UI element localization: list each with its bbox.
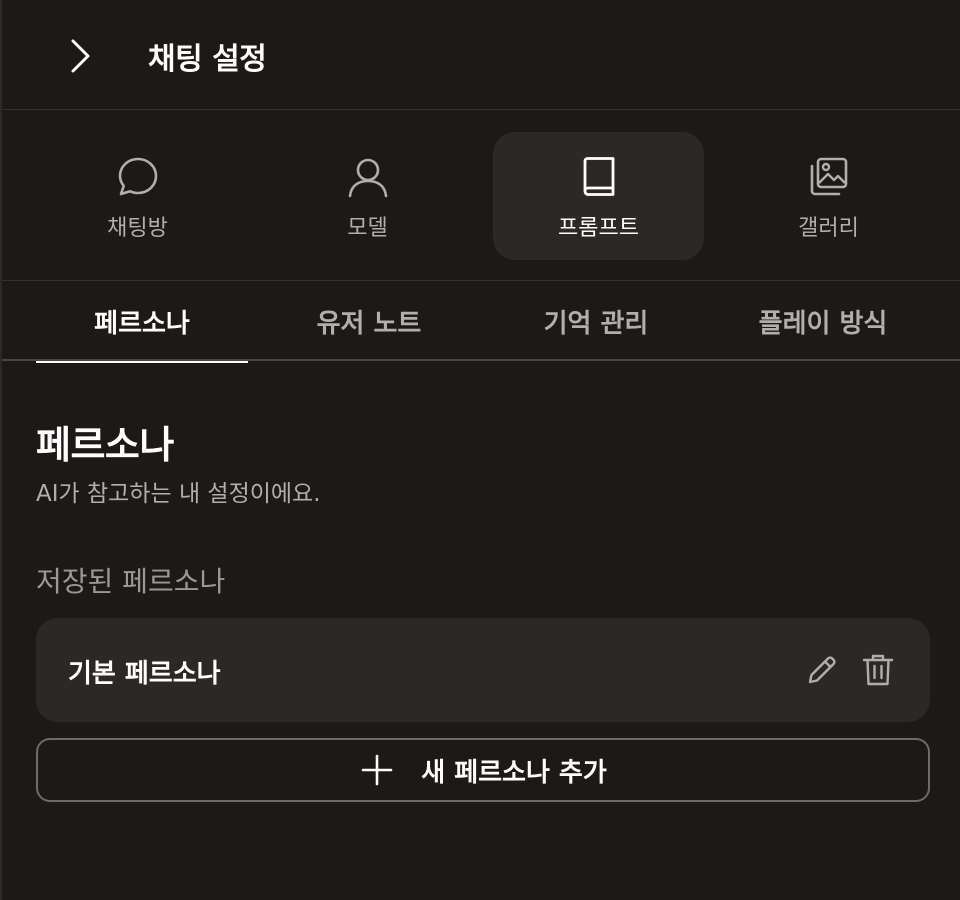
edit-persona-button[interactable]	[800, 648, 844, 692]
header: 채팅 설정	[2, 0, 960, 110]
subtab-play-style[interactable]: 플레이 방식	[717, 282, 929, 361]
chat-bubble-icon	[118, 157, 157, 196]
delete-persona-button[interactable]	[856, 648, 900, 692]
tab-prompt-label: 프롬프트	[558, 216, 639, 241]
persona-card[interactable]: 기본 페르소나	[36, 618, 930, 722]
book-icon	[583, 157, 614, 196]
back-button[interactable]	[54, 30, 106, 82]
subtab-user-note[interactable]: 유저 노트	[263, 282, 475, 361]
pencil-icon	[808, 656, 836, 684]
saved-personas-label: 저장된 페르소나	[36, 565, 226, 598]
sub-tabs: 페르소나 유저 노트 기억 관리 플레이 방식	[2, 282, 960, 363]
chevron-right-icon	[71, 39, 90, 73]
tab-chatroom-label: 채팅방	[107, 216, 168, 241]
persona-name: 기본 페르소나	[68, 659, 221, 689]
tab-model-label: 모델	[347, 216, 388, 241]
subtab-persona[interactable]: 페르소나	[36, 282, 248, 363]
user-icon	[348, 158, 387, 198]
add-persona-label: 새 페르소나 추가	[421, 757, 607, 788]
gallery-icon	[810, 157, 847, 196]
tab-model[interactable]: 모델	[262, 132, 473, 260]
tab-chatroom[interactable]: 채팅방	[32, 132, 243, 260]
section-description: AI가 참고하는 내 설정이에요.	[36, 481, 321, 507]
tab-gallery[interactable]: 갤러리	[723, 132, 934, 260]
section-title: 페르소나	[36, 423, 174, 467]
add-persona-button[interactable]: 새 페르소나 추가	[36, 738, 930, 802]
trash-icon	[862, 654, 894, 686]
tab-gallery-label: 갤러리	[798, 216, 859, 241]
tab-prompt[interactable]: 프롬프트	[493, 132, 704, 260]
category-tabs: 채팅방 모델 프롬프트 갤러리	[2, 111, 960, 281]
plus-icon	[359, 752, 395, 788]
chat-settings-panel: 채팅 설정 채팅방 모델 프롬프트 갤러리 페르소나 유저 노트 기억 관리 플…	[0, 0, 960, 900]
page-title: 채팅 설정	[148, 42, 267, 77]
subtab-memory[interactable]: 기억 관리	[490, 282, 702, 361]
